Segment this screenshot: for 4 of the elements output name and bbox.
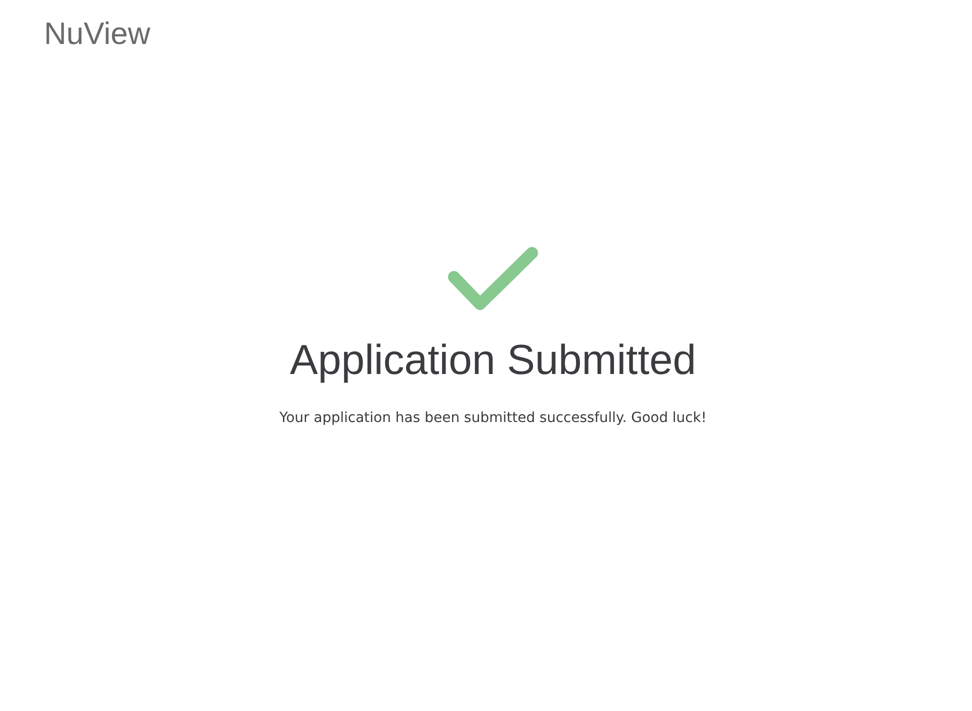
confirmation-message: Your application has been submitted successfully. Good luck!: [279, 409, 707, 428]
checkmark-icon: [447, 246, 539, 312]
page-title: Application Submitted: [290, 335, 696, 385]
logo: NuView: [44, 15, 150, 53]
